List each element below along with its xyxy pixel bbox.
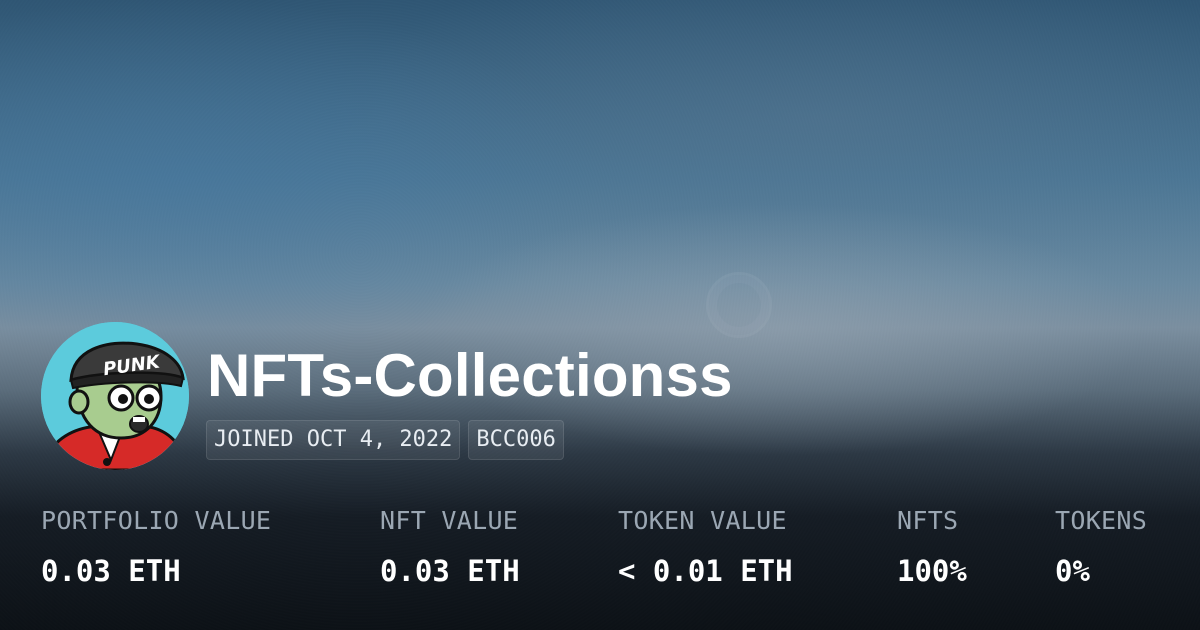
background-watermark [706,272,772,338]
stat-nfts-percent: NFTS 100% [897,503,967,589]
stat-token-value: TOKEN VALUE < 0.01 ETH [618,503,793,589]
stat-nft-value: NFT VALUE 0.03 ETH [380,503,520,589]
stat-label: PORTFOLIO VALUE [41,506,272,535]
profile-id-badge[interactable]: BCC006 [468,420,564,460]
stat-value: 100% [897,554,967,588]
punk-character-avatar-icon: PUNK [41,322,189,470]
stat-value: 0% [1055,554,1090,588]
avatar[interactable]: PUNK [41,322,189,470]
stat-tokens-percent: TOKENS 0% [1055,503,1147,589]
stat-label: NFT VALUE [380,506,519,535]
stat-portfolio-value: PORTFOLIO VALUE 0.03 ETH [41,503,271,589]
profile-tags: JOINED OCT 4, 2022 BCC006 [206,420,564,460]
stat-label: TOKEN VALUE [618,506,787,535]
profile-name: NFTs-Collectionss [207,342,733,409]
stat-value: 0.03 ETH [380,554,520,588]
stat-label: TOKENS [1055,506,1148,535]
joined-date-badge: JOINED OCT 4, 2022 [206,420,461,460]
stat-value: < 0.01 ETH [618,554,793,588]
stat-value: 0.03 ETH [41,554,181,588]
stat-label: NFTS [897,506,959,535]
